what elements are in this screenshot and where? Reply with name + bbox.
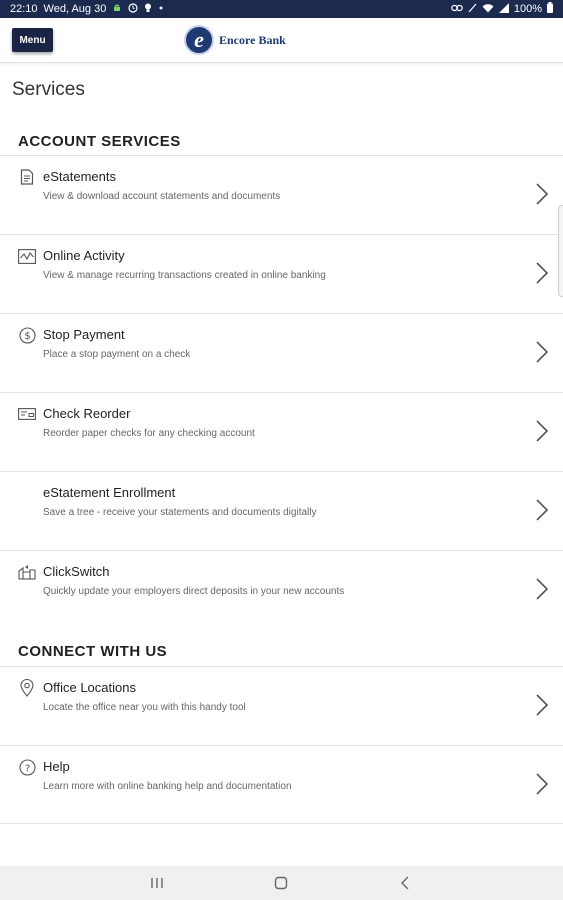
list-item-clickswitch[interactable]: ClickSwitch Quickly update your employer…	[0, 550, 563, 629]
system-nav-bar	[0, 866, 563, 900]
switch-icon	[18, 563, 36, 581]
status-bar: 22:10 Wed, Aug 30 100%	[0, 0, 563, 18]
section-heading-connect-with-us: CONNECT WITH US	[18, 643, 168, 660]
item-title: eStatement Enrollment	[43, 485, 176, 500]
item-title: Online Activity	[43, 248, 125, 263]
item-description: Save a tree - receive your statements an…	[43, 507, 317, 518]
list-item-estatements[interactable]: eStatements View & download account stat…	[0, 155, 563, 234]
list-item-stop-payment[interactable]: $ Stop Payment Place a stop payment on a…	[0, 313, 563, 392]
item-title: eStatements	[43, 169, 116, 184]
chevron-right-icon	[535, 772, 549, 796]
status-date: Wed, Aug 30	[43, 3, 107, 15]
document-icon	[18, 168, 36, 186]
item-title: Check Reorder	[43, 406, 131, 421]
bulb-icon	[144, 3, 152, 16]
chevron-right-icon	[535, 340, 549, 364]
item-title: Help	[43, 759, 70, 774]
menu-button[interactable]: Menu	[12, 28, 53, 52]
home-icon[interactable]	[272, 875, 290, 891]
status-left: 22:10 Wed, Aug 30	[10, 2, 164, 16]
chevron-right-icon	[535, 182, 549, 206]
list-item-online-activity[interactable]: Online Activity View & manage recurring …	[0, 234, 563, 313]
item-description: Locate the office near you with this han…	[43, 702, 246, 713]
app-header: Menu e Encore Bank	[0, 18, 563, 63]
back-icon[interactable]	[396, 875, 414, 891]
activity-icon	[18, 247, 36, 265]
chevron-right-icon	[535, 498, 549, 522]
battery-percentage: 100%	[513, 3, 542, 15]
list-item-check-reorder[interactable]: Check Reorder Reorder paper checks for a…	[0, 392, 563, 471]
chevron-right-icon	[535, 419, 549, 443]
question-icon: ?	[18, 758, 36, 776]
logo-text: Encore Bank	[219, 32, 286, 47]
item-description: Quickly update your employers direct dep…	[43, 586, 345, 597]
list-item-help[interactable]: ? Help Learn more with online banking he…	[0, 745, 563, 824]
item-description: Reorder paper checks for any checking ac…	[43, 428, 255, 439]
list-item-office-locations[interactable]: Office Locations Locate the office near …	[0, 666, 563, 745]
bank-logo[interactable]: e Encore Bank	[184, 24, 286, 56]
logo-mark-icon: e	[184, 25, 214, 55]
chevron-right-icon	[535, 577, 549, 601]
check-icon	[18, 405, 36, 423]
item-description: View & manage recurring transactions cre…	[43, 270, 326, 281]
chevron-right-icon	[535, 261, 549, 285]
android-icon	[112, 3, 122, 16]
section-heading-account-services: ACCOUNT SERVICES	[18, 133, 181, 150]
item-description: View & download account statements and d…	[43, 191, 281, 202]
item-title: Office Locations	[43, 680, 136, 695]
recents-icon[interactable]	[148, 875, 166, 891]
item-description: Place a stop payment on a check	[43, 349, 191, 360]
wifi-icon	[482, 3, 494, 16]
location-pin-icon	[18, 679, 36, 697]
clock-icon	[128, 2, 138, 16]
scroll-handle[interactable]	[558, 205, 563, 297]
dollar-icon: $	[18, 326, 36, 344]
status-right: 100%	[451, 2, 553, 16]
item-title: ClickSwitch	[43, 564, 110, 579]
mute-icon	[468, 3, 477, 16]
page-title: Services	[12, 79, 85, 100]
dot-icon	[158, 4, 164, 14]
battery-icon	[547, 2, 553, 16]
item-description: Learn more with online banking help and …	[43, 781, 292, 792]
list-item-estatement-enrollment[interactable]: eStatement Enrollment Save a tree - rece…	[0, 471, 563, 550]
link-icon	[451, 4, 463, 15]
chevron-right-icon	[535, 693, 549, 717]
svg-text:$: $	[24, 331, 30, 342]
svg-text:?: ?	[24, 763, 29, 774]
item-title: Stop Payment	[43, 327, 125, 342]
status-time: 22:10	[10, 3, 38, 15]
signal-icon	[498, 2, 509, 16]
